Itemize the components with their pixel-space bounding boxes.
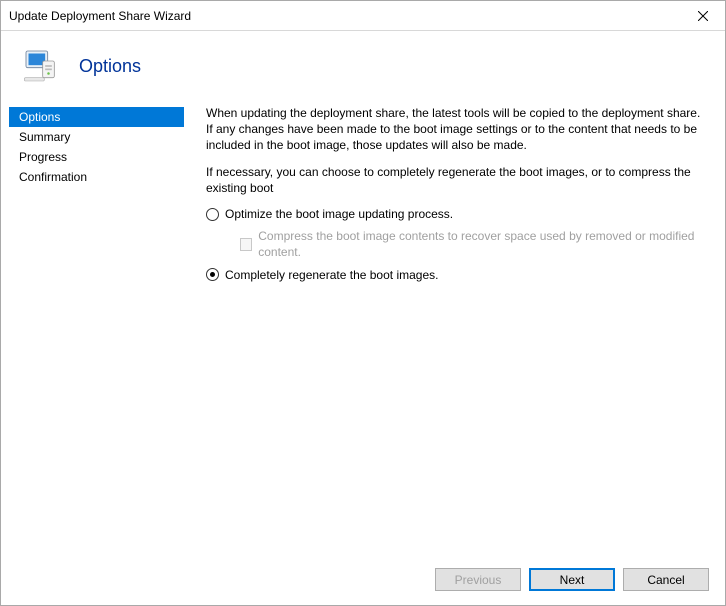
- close-button[interactable]: [680, 1, 725, 30]
- wizard-header: Options: [1, 31, 725, 101]
- computer-icon: [21, 46, 61, 86]
- radio-regenerate-label: Completely regenerate the boot images.: [225, 267, 438, 283]
- checkbox-compress: [240, 238, 252, 251]
- cancel-button[interactable]: Cancel: [623, 568, 709, 591]
- next-button[interactable]: Next: [529, 568, 615, 591]
- window-title: Update Deployment Share Wizard: [9, 9, 191, 23]
- radio-optimize[interactable]: [206, 208, 219, 221]
- step-options[interactable]: Options: [9, 107, 184, 127]
- close-icon: [698, 11, 708, 21]
- radio-optimize-label: Optimize the boot image updating process…: [225, 206, 453, 222]
- checkbox-compress-label: Compress the boot image contents to reco…: [258, 228, 707, 260]
- step-summary[interactable]: Summary: [9, 127, 184, 147]
- page-title: Options: [79, 56, 141, 77]
- intro-paragraph-2: If necessary, you can choose to complete…: [206, 164, 707, 196]
- checkbox-compress-row: Compress the boot image contents to reco…: [240, 228, 707, 260]
- wizard-window: Update Deployment Share Wizard Options O…: [0, 0, 726, 606]
- titlebar: Update Deployment Share Wizard: [1, 1, 725, 31]
- step-progress[interactable]: Progress: [9, 147, 184, 167]
- wizard-body: Options Summary Progress Confirmation Wh…: [1, 101, 725, 553]
- wizard-steps-sidebar: Options Summary Progress Confirmation: [9, 105, 184, 549]
- radio-optimize-row[interactable]: Optimize the boot image updating process…: [206, 206, 707, 222]
- intro-paragraph-1: When updating the deployment share, the …: [206, 105, 707, 154]
- wizard-content: When updating the deployment share, the …: [188, 105, 717, 549]
- step-confirmation[interactable]: Confirmation: [9, 167, 184, 187]
- wizard-footer: Previous Next Cancel: [1, 553, 725, 605]
- previous-button: Previous: [435, 568, 521, 591]
- radio-regenerate[interactable]: [206, 268, 219, 281]
- radio-regenerate-row[interactable]: Completely regenerate the boot images.: [206, 267, 707, 283]
